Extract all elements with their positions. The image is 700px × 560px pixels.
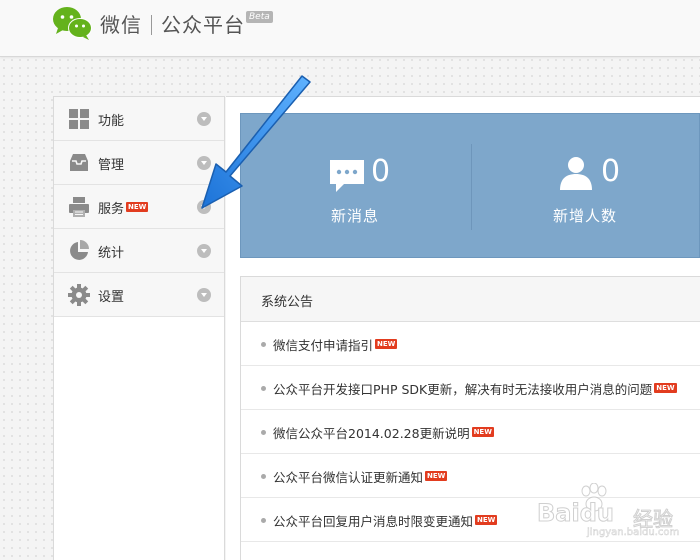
new-badge: NEW [425, 471, 448, 481]
watermark-brand: Baidu [537, 499, 615, 528]
printer-icon [69, 197, 89, 217]
new-badge: NEW [375, 339, 398, 349]
watermark-url: jingyan.baidu.com [587, 527, 680, 539]
annotation-arrow-icon [201, 75, 311, 209]
top-header: 微信 公众平台 Beta [0, 0, 700, 57]
notice-item[interactable]: 公众平台开发接口PHP SDK更新，解决有时无法接收用户消息的问题 NEW [241, 366, 700, 410]
stats-divider [471, 144, 472, 230]
notice-title: 系统公告 [241, 277, 700, 322]
sidebar-item-label: 功能 [98, 114, 125, 129]
notice-item[interactable]: 微信公众平台2014.02.28更新说明 NEW [241, 410, 700, 454]
baidu-watermark: Baidu 经验 jingyan.baidu.com [537, 483, 697, 543]
pie-chart-icon [70, 240, 89, 260]
gear-icon [68, 284, 90, 306]
notice-link[interactable]: 公众平台微信认证更新通知 [273, 470, 423, 485]
brand-platform: 公众平台 [161, 13, 245, 37]
brand-title: 微信 公众平台 [100, 9, 245, 38]
watermark-brand-head: Bai [537, 499, 581, 528]
wechat-logo-icon[interactable] [52, 4, 94, 42]
chevron-down-icon[interactable] [197, 244, 211, 258]
grid-icon [69, 109, 89, 129]
new-badge: NEW [475, 515, 498, 525]
notice-item[interactable]: 微信支付申请指引 NEW [241, 322, 700, 366]
sidebar-item-label-text: 服务 [98, 202, 125, 217]
new-followers-label[interactable]: 新增人数 [553, 205, 617, 226]
brand-wechat: 微信 [100, 13, 142, 37]
new-badge: NEW [471, 427, 494, 437]
sidebar-item-label: 设置 [98, 290, 125, 305]
sidebar-item-label: 服务 NEW [98, 198, 149, 217]
sidebar-item-label: 管理 [98, 158, 125, 173]
sidebar-item-label: 统计 [98, 246, 125, 261]
notice-link[interactable]: 微信公众平台2014.02.28更新说明 [273, 426, 470, 441]
beta-badge: Beta [246, 11, 273, 23]
user-icon [560, 157, 592, 190]
notice-link[interactable]: 微信支付申请指引 [273, 338, 373, 353]
new-badge: NEW [654, 383, 677, 393]
watermark-brand-tail: du [579, 499, 614, 528]
sidebar-item-statistics[interactable]: 统计 [54, 229, 224, 273]
inbox-icon [70, 154, 88, 171]
notice-link[interactable]: 公众平台开发接口PHP SDK更新，解决有时无法接收用户消息的问题 [273, 382, 652, 397]
brand-divider [151, 15, 152, 35]
notice-link[interactable]: 公众平台回复用户消息时限变更通知 [273, 514, 473, 529]
new-badge: NEW [126, 202, 149, 212]
new-messages-label[interactable]: 新消息 [331, 205, 379, 226]
chat-bubble-icon [330, 160, 364, 192]
chevron-down-icon[interactable] [197, 288, 211, 302]
sidebar-item-settings[interactable]: 设置 [54, 273, 224, 317]
new-followers-count[interactable]: 0 [601, 154, 620, 189]
new-messages-count[interactable]: 0 [371, 154, 390, 189]
